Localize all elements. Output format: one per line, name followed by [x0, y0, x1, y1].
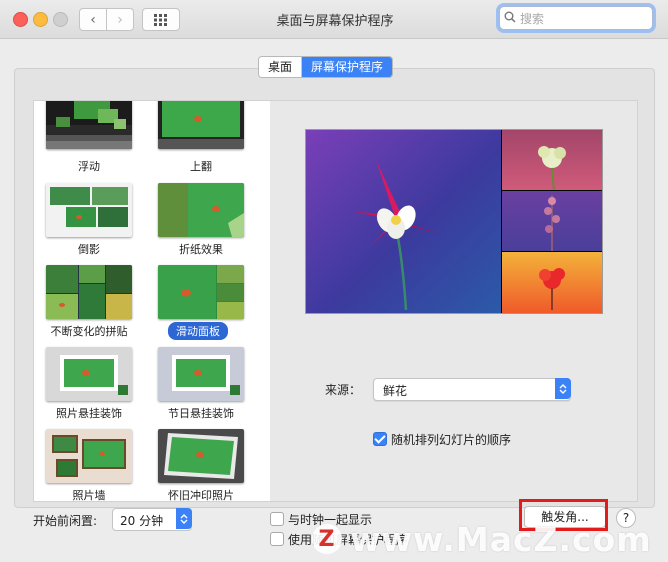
watermark: Z www.MacZ.com — [312, 519, 652, 559]
saver-label: 上翻 — [190, 160, 212, 173]
idle-label: 开始前闲置: — [33, 514, 98, 528]
grid-icon — [154, 13, 167, 26]
saver-thumbnail — [158, 429, 244, 483]
close-window-button[interactable] — [13, 12, 28, 27]
watermark-logo-icon: Z — [312, 524, 342, 554]
source-value: 鲜花 — [383, 384, 408, 398]
saver-thumbnail — [46, 101, 132, 149]
tab-screen-saver[interactable]: 屏幕保护程序 — [302, 57, 393, 77]
screen-saver-preview — [305, 129, 603, 314]
forward-button[interactable]: › — [106, 8, 134, 31]
saver-label: 折纸效果 — [179, 243, 223, 256]
chevron-left-icon: ‹ — [90, 11, 96, 28]
segmented-tabs: 桌面 屏幕保护程序 — [258, 56, 394, 78]
saver-thumbnail — [46, 265, 132, 319]
saver-item-sliding-panels[interactable]: 滑动面板 — [146, 265, 246, 340]
saver-label: 照片悬挂装饰 — [56, 407, 122, 420]
updown-arrows-icon — [176, 508, 192, 529]
saver-thumbnail — [158, 347, 244, 401]
search-field[interactable] — [499, 6, 653, 30]
saver-thumbnail — [158, 265, 244, 319]
saver-thumbnail — [46, 183, 132, 237]
back-button[interactable]: ‹ — [79, 8, 107, 31]
tab-desktop[interactable]: 桌面 — [259, 57, 303, 77]
saver-item-origami[interactable]: 折纸效果 — [146, 183, 246, 258]
saver-label: 怀旧冲印照片 — [168, 489, 234, 502]
saver-item-flip-up[interactable]: 上翻 — [146, 101, 246, 176]
idle-time-popup[interactable]: 20 分钟 — [112, 508, 192, 531]
saver-item-floating[interactable]: 浮动 — [34, 101, 134, 176]
saver-label: 节日悬挂装饰 — [168, 407, 234, 420]
saver-item-vintage-prints-frame[interactable]: 照片悬挂装饰 — [34, 347, 134, 422]
show-clock-checkbox[interactable] — [270, 512, 284, 526]
idle-time-value: 20 分钟 — [120, 514, 164, 528]
search-icon — [504, 11, 516, 23]
screen-saver-list[interactable]: 浮动 上翻 倒影 折纸效果 不断变化的拼贴 滑动面板 照片悬挂装饰 节日悬挂装饰… — [33, 100, 271, 502]
source-label: 来源： — [325, 383, 362, 397]
watermark-text: www.MacZ.com — [350, 519, 652, 559]
saver-item-shifting-tiles[interactable]: 不断变化的拼贴 — [34, 265, 134, 340]
saver-thumbnail — [46, 429, 132, 483]
zoom-window-button[interactable] — [53, 12, 68, 27]
title-bar: ‹ › 桌面与屏幕保护程序 — [0, 0, 668, 39]
saver-label: 照片墙 — [72, 489, 106, 502]
chevron-right-icon: › — [117, 11, 123, 28]
saver-item-holiday-mobile[interactable]: 节日悬挂装饰 — [146, 347, 246, 422]
source-popup[interactable]: 鲜花 — [373, 378, 571, 401]
shuffle-checkbox[interactable] — [373, 432, 387, 446]
saver-label: 不断变化的拼贴 — [50, 325, 128, 338]
saver-thumbnail — [46, 347, 132, 401]
saver-item-reflections[interactable]: 倒影 — [34, 183, 134, 258]
updown-arrows-icon — [555, 378, 571, 399]
saver-item-photo-wall[interactable]: 照片墙 — [34, 429, 134, 501]
random-saver-checkbox[interactable] — [270, 532, 284, 546]
window-title: 桌面与屏幕保护程序 — [276, 14, 394, 29]
selected-saver-label: 滑动面板 — [168, 322, 228, 340]
show-all-button[interactable] — [142, 8, 180, 31]
minimize-window-button[interactable] — [33, 12, 48, 27]
search-input[interactable] — [518, 9, 650, 28]
saver-thumbnail — [158, 101, 244, 149]
saver-thumbnail — [158, 183, 244, 237]
saver-item-vintage-prints[interactable]: 怀旧冲印照片 — [146, 429, 246, 501]
saver-label: 倒影 — [78, 243, 100, 256]
shuffle-label: 随机排列幻灯片的顺序 — [391, 433, 512, 447]
saver-label: 浮动 — [78, 160, 100, 173]
